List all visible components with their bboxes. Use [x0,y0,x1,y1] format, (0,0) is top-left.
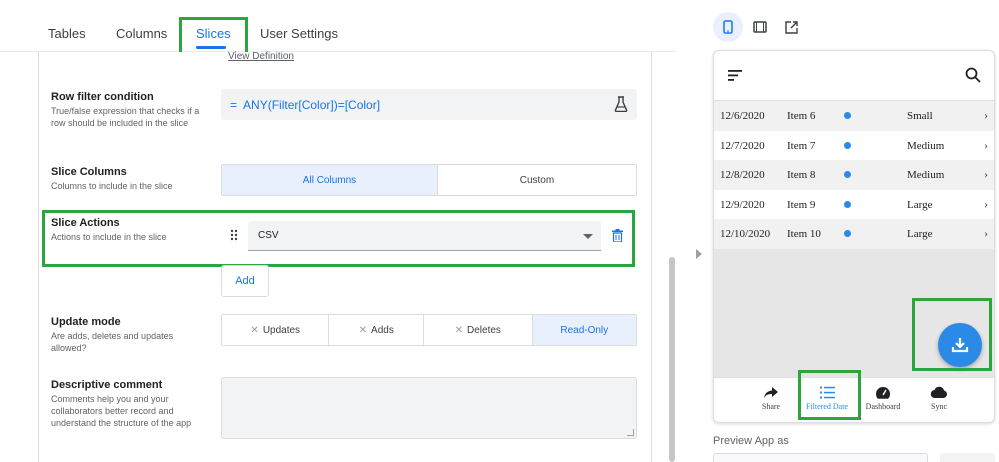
color-dot [844,230,851,237]
preview-app-as-label: Preview App as [713,435,789,447]
tab-tables[interactable]: Tables [48,26,86,41]
slice-columns-option-custom[interactable]: Custom [438,165,636,195]
view-definition-link[interactable]: View Definition [228,51,294,62]
chevron-right-icon: › [984,167,988,181]
search-icon[interactable] [965,67,981,83]
dashboard-icon [876,387,891,399]
descriptive-comment-description: Comments help you and your collaborators… [51,394,192,428]
row-size: Large [907,198,933,211]
row-filter-expression-field[interactable]: = ANY(Filter[Color])=[Color] [221,89,637,120]
option-label: Updates [262,324,301,336]
highlight-box-slice-actions [42,210,635,267]
collapse-panel-arrow-icon[interactable] [696,249,702,259]
update-mode-label: Update mode [51,316,121,328]
chevron-right-icon: › [984,226,988,240]
slice-columns-option-all[interactable]: All Columns [222,165,438,195]
nav-label: Share [761,402,781,411]
row-item: Item 8 [787,169,816,181]
descriptive-comment-textarea[interactable] [221,377,637,439]
tablet-icon [753,21,767,33]
nav-sync[interactable]: Sync [911,386,967,411]
color-dot [844,112,851,119]
open-in-new-window-button[interactable] [776,12,806,42]
row-filter-label: Row filter condition [51,91,154,103]
option-label: Deletes [467,324,501,336]
update-mode-option-updates[interactable]: ✕ Updates [222,315,330,345]
expression-value: ANY(Filter[Color])=[Color] [243,98,381,112]
flask-icon[interactable] [614,96,628,112]
list-item[interactable]: 12/8/2020 Item 8 Medium › [714,160,994,190]
nav-label: Sync [931,402,947,411]
tab-user-settings[interactable]: User Settings [260,26,338,41]
list-item[interactable]: 12/10/2020 Item 10 Large › [714,219,994,249]
update-mode-option-adds[interactable]: ✕ Adds [329,315,425,345]
nav-dashboard[interactable]: Dashboard [855,386,911,411]
close-icon: ✕ [454,324,464,336]
cloud-icon [930,386,947,399]
row-size: Medium [907,169,945,181]
color-dot [844,200,851,208]
row-size: Small [907,110,933,122]
share-icon [764,387,778,398]
row-filter-description: True/false expression that checks if a r… [51,106,200,128]
nav-share[interactable]: Share [743,386,799,411]
row-item: Item 10 [787,228,821,240]
expression-text: = ANY(Filter[Color])=[Color] [230,98,380,112]
row-size: Medium [907,139,945,152]
sort-menu-icon[interactable] [728,70,742,81]
nav-label: Dashboard [865,402,901,411]
app-editor: Tables Columns Slices User Settings View… [0,0,999,462]
mobile-preview-button[interactable] [713,12,743,42]
list-item[interactable]: 12/9/2020 Item 9 Large › [714,190,994,220]
app-header [714,51,994,101]
row-date: 12/8/2020 [720,169,765,181]
row-date: 12/6/2020 [720,110,765,122]
preview-as-user-input[interactable] [713,453,928,462]
scrollbar-thumb[interactable] [669,257,675,462]
option-label: Adds [371,324,394,336]
list-item[interactable]: 12/6/2020 Item 6 Small › [714,101,994,131]
row-item: Item 6 [787,110,816,122]
resize-grip-icon[interactable] [627,429,634,436]
descriptive-comment-label: Descriptive comment [51,379,163,391]
slice-columns-description: Columns to include in the slice [51,181,173,191]
chevron-right-icon: › [984,196,988,211]
highlight-box-filtered-date-nav [798,370,861,420]
row-date: 12/7/2020 [720,139,765,152]
row-item: Item 9 [787,198,816,211]
slice-columns-selector: All Columns Custom [221,164,637,196]
highlight-box-download-button [912,298,992,371]
tab-columns[interactable]: Columns [116,26,167,41]
item-list: 12/6/2020 Item 6 Small › 12/7/2020 Item … [714,101,994,249]
expression-prefix: = [230,98,238,112]
update-mode-option-deletes[interactable]: ✕ Deletes [424,315,533,345]
editor-tabs: Tables Columns Slices User Settings [0,0,676,52]
row-date: 12/9/2020 [720,198,765,211]
update-mode-selector: ✕ Updates ✕ Adds ✕ Deletes Read-Only [221,314,637,346]
phone-icon [723,20,733,34]
add-action-button[interactable]: Add [221,265,269,297]
color-dot [844,171,851,178]
list-item[interactable]: 12/7/2020 Item 7 Medium › [714,131,994,161]
chevron-right-icon: › [984,137,988,152]
open-external-icon [784,20,798,34]
row-date: 12/10/2020 [720,228,771,240]
close-icon: ✕ [250,324,259,336]
apply-preview-user-button[interactable] [940,453,995,462]
row-item: Item 7 [787,139,816,152]
color-dot [844,141,851,149]
close-icon: ✕ [358,324,368,336]
update-mode-option-read-only[interactable]: Read-Only [532,315,637,345]
update-mode-description: Are adds, deletes and updates allowed? [51,331,174,353]
slice-columns-label: Slice Columns [51,166,127,178]
tablet-preview-button[interactable] [745,12,775,42]
row-size: Large [907,228,933,240]
chevron-right-icon: › [984,108,988,122]
